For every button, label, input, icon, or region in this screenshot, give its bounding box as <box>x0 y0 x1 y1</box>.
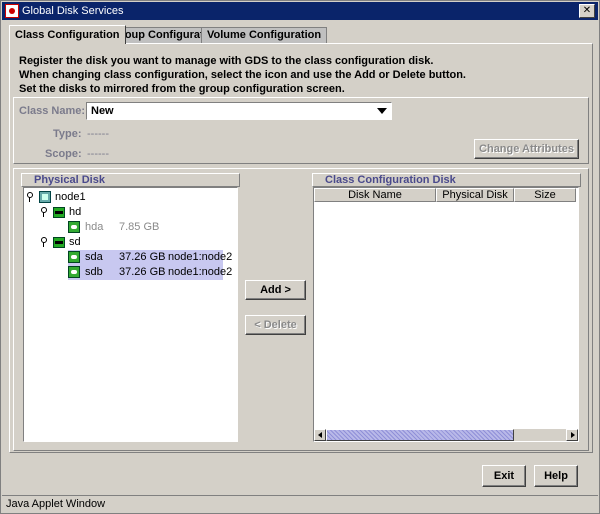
column-header-size[interactable]: Size <box>514 188 576 202</box>
disk-name: hda <box>85 221 104 233</box>
disk-size: 37.26 GB <box>119 266 166 278</box>
tree-row-sda[interactable]: sda 37.26 GB node1:node2 <box>68 250 232 265</box>
instruction-line: When changing class configuration, selec… <box>19 69 466 81</box>
delete-button[interactable]: < Delete <box>245 315 306 335</box>
app-window: Global Disk Services ✕ Class Configurati… <box>0 0 600 514</box>
disk-size: 37.26 GB <box>119 251 166 263</box>
scroll-thumb[interactable] <box>326 429 514 441</box>
disk-name: sda <box>85 251 103 263</box>
arrow-right-icon <box>571 432 575 438</box>
tree-row-hd[interactable]: hd <box>40 205 220 220</box>
arrow-left-icon <box>318 432 322 438</box>
column-header-physical-disk[interactable]: Physical Disk <box>436 188 514 202</box>
tree-handle-icon[interactable] <box>40 206 48 218</box>
disk-name: sdb <box>85 266 103 278</box>
tree-row-node1[interactable]: node1 <box>26 190 226 205</box>
physical-disk-tree[interactable]: node1 hd hda 7.85 GB sd sda 37.26 GB nod… <box>23 187 238 442</box>
add-button[interactable]: Add > <box>245 280 306 300</box>
exit-button[interactable]: Exit <box>482 465 526 487</box>
tree-row-sd[interactable]: sd <box>40 235 220 250</box>
title-bar: Global Disk Services ✕ <box>2 2 598 20</box>
disk-icon <box>68 251 80 263</box>
class-name-value: New <box>91 105 114 117</box>
window-title: Global Disk Services <box>22 5 124 17</box>
class-config-disk-table[interactable]: Disk Name Physical Disk Size <box>313 187 579 442</box>
type-value: ------ <box>87 128 109 140</box>
tab-class-configuration[interactable]: Class Configuration <box>9 25 126 44</box>
tree-node-label: node1 <box>55 191 86 203</box>
disk-icon <box>68 221 80 233</box>
server-node-icon <box>39 191 51 203</box>
disk-size: 7.85 GB <box>119 221 160 233</box>
help-button[interactable]: Help <box>534 465 578 487</box>
class-name-label: Class Name: <box>19 105 86 117</box>
instructions-text: Register the disk you want to manage wit… <box>19 54 466 96</box>
tree-controller-label: hd <box>69 206 82 218</box>
tree-row-sdb[interactable]: sdb 37.26 GB node1:node2 <box>68 265 232 280</box>
scroll-left-button[interactable] <box>314 429 326 441</box>
tree-controller-label: sd <box>69 236 81 248</box>
horizontal-scrollbar[interactable] <box>314 429 578 441</box>
scope-label: Scope: <box>45 148 82 160</box>
type-label: Type: <box>53 128 82 140</box>
disk-nodes: node1:node2 <box>168 251 233 263</box>
class-name-select[interactable]: New <box>86 102 392 120</box>
scope-value: ------ <box>87 148 109 160</box>
tree-handle-icon[interactable] <box>26 191 34 203</box>
column-header-disk-name[interactable]: Disk Name <box>314 188 436 202</box>
tab-volume-configuration[interactable]: Volume Configuration <box>201 27 328 44</box>
disk-nodes: node1:node2 <box>168 266 233 278</box>
controller-icon <box>53 237 65 248</box>
class-config-disk-header: Class Configuration Disk <box>312 173 581 187</box>
controller-icon <box>53 207 65 218</box>
instruction-line: Set the disks to mirrored from the group… <box>19 83 345 95</box>
status-bar: Java Applet Window <box>2 495 598 512</box>
change-attributes-button[interactable]: Change Attributes <box>474 139 579 159</box>
close-button[interactable]: ✕ <box>579 4 595 18</box>
physical-disk-header: Physical Disk <box>21 173 240 187</box>
scroll-right-button[interactable] <box>566 429 578 441</box>
chevron-down-icon <box>377 108 387 114</box>
tree-row-hda[interactable]: hda 7.85 GB <box>68 220 228 235</box>
instruction-line: Register the disk you want to manage wit… <box>19 55 434 67</box>
disk-icon <box>68 266 80 278</box>
tree-handle-icon[interactable] <box>40 236 48 248</box>
java-app-icon <box>5 4 19 18</box>
